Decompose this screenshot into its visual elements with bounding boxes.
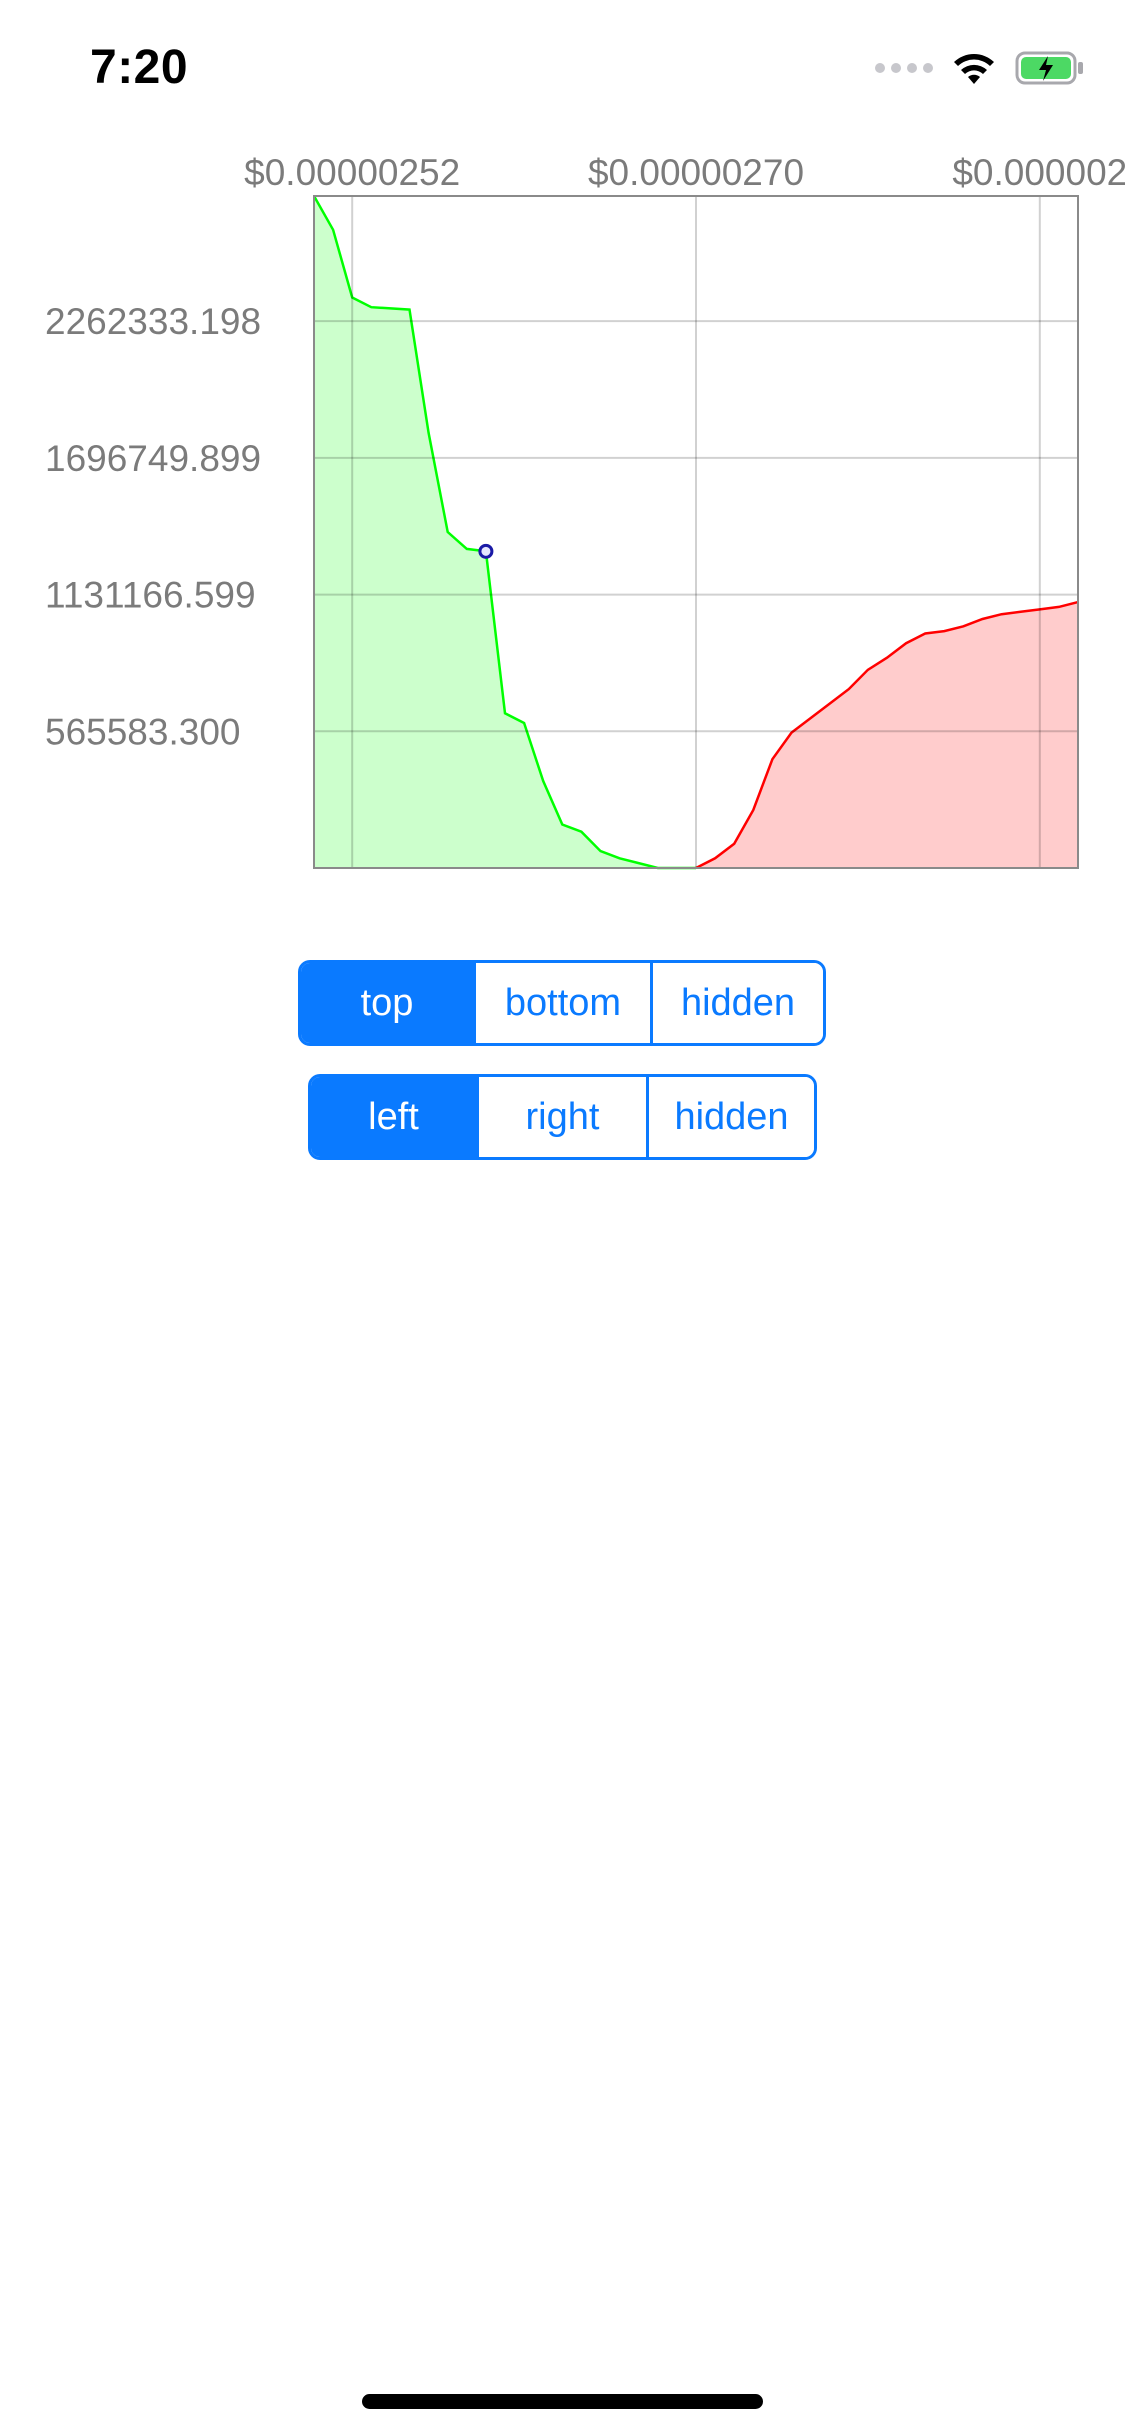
status-time: 7:20 [90, 41, 189, 94]
series-area-0 [314, 196, 696, 868]
y-tick-label: 1131166.599 [45, 575, 256, 616]
segment-right[interactable]: right [479, 1077, 649, 1157]
highlight-marker [478, 543, 494, 559]
segment-top[interactable]: top [301, 963, 476, 1043]
x-tick-label: $0.00000270 [588, 152, 804, 193]
y-tick-label: 565583.300 [45, 711, 240, 752]
depth-chart-svg[interactable]: 2262333.198 1696749.899 1131166.599 565583.… [0, 140, 1125, 880]
x-tick-label: $0.00000252 [244, 152, 460, 193]
y-tick-label: 2262333.198 [45, 301, 261, 342]
status-icons [875, 50, 1085, 86]
segment-hidden-y[interactable]: hidden [649, 1077, 814, 1157]
segment-left[interactable]: left [311, 1077, 479, 1157]
home-indicator[interactable] [362, 2394, 763, 2409]
y-axis-position-segmented-control[interactable]: left right hidden [308, 1074, 817, 1160]
segment-hidden-x[interactable]: hidden [653, 963, 823, 1043]
cellular-signal-icon [875, 63, 933, 73]
wifi-icon [954, 54, 994, 84]
x-axis-position-segmented-control[interactable]: top bottom hidden [298, 960, 826, 1046]
x-tick-label: $0.000002 [952, 152, 1125, 193]
battery-charging-icon [1015, 51, 1083, 85]
y-tick-label: 1696749.899 [45, 438, 261, 479]
segment-bottom[interactable]: bottom [476, 963, 653, 1043]
status-bar: 7:20 [0, 0, 1125, 132]
depth-chart[interactable]: 2262333.198 1696749.899 1131166.599 565583.… [0, 140, 1125, 880]
series-area-1 [696, 602, 1078, 868]
